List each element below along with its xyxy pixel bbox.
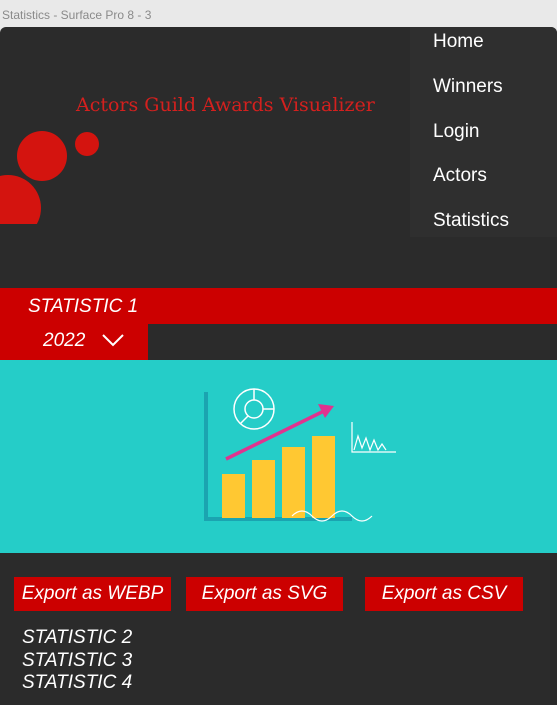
statistic-link-2[interactable]: STATISTIC 2 [22, 627, 132, 649]
chevron-down-icon [102, 334, 124, 347]
export-svg-button[interactable]: Export as SVG [186, 577, 343, 611]
nav-item-actors[interactable]: Actors [433, 165, 487, 187]
year-dropdown[interactable]: 2022 [0, 324, 148, 360]
nav-item-home[interactable]: Home [433, 31, 484, 53]
app-title: Actors Guild Awards Visualizer [76, 94, 375, 116]
nav-menu: Home Winners Login Actors Statistics [410, 27, 557, 237]
statistic-link-4[interactable]: STATISTIC 4 [22, 672, 132, 694]
nav-item-statistics[interactable]: Statistics [433, 210, 509, 232]
export-csv-button[interactable]: Export as CSV [365, 577, 523, 611]
logo-circles-icon [0, 131, 110, 227]
window-title: Statistics - Surface Pro 8 - 3 [2, 8, 152, 22]
year-value: 2022 [43, 330, 86, 351]
statistic-title: STATISTIC 1 [28, 296, 139, 317]
nav-item-winners[interactable]: Winners [433, 76, 503, 98]
nav-item-login[interactable]: Login [433, 121, 480, 143]
statistic-link-3[interactable]: STATISTIC 3 [22, 650, 132, 672]
bar-chart-illustration-icon [204, 388, 396, 522]
chart-illustration-panel [0, 360, 557, 553]
export-webp-button[interactable]: Export as WEBP [14, 577, 171, 611]
app-screen: Actors Guild Awards Visualizer Home Winn… [0, 27, 557, 705]
statistic-header-bar: STATISTIC 1 [0, 288, 557, 324]
